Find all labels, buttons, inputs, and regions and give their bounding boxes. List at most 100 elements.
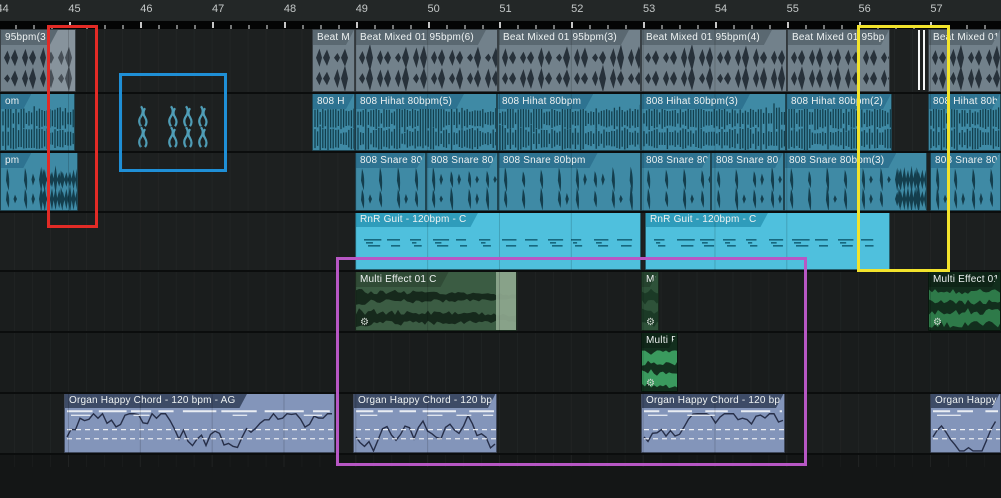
- clip-name-label: Beat Mixed 01 95bpm(3): [499, 30, 629, 45]
- ruler-bar-number-57: 57: [930, 3, 943, 15]
- clip-808-snare-1[interactable]: pm: [0, 152, 78, 211]
- clip-beat-mixed-6[interactable]: Beat Mixed 01 95bp: [787, 29, 890, 92]
- clip-808-snare-6[interactable]: 808 Snare 80: [711, 152, 784, 211]
- clip-808-hihat-4[interactable]: 808 Hihat 80bpm(5): [355, 93, 497, 151]
- clip-multi-effect-2[interactable]: Mu ⚙: [641, 271, 659, 331]
- clip-organ-2[interactable]: Organ Happy Chord - 120 bp: [353, 392, 497, 453]
- ruler-tick-minor: [301, 25, 304, 29]
- gear-icon[interactable]: ⚙: [933, 318, 942, 328]
- clip-rnr-guitar-2[interactable]: RnR Guit - 120bpm - C: [645, 211, 890, 270]
- ruler-tick-minor: [966, 25, 969, 29]
- ruler-bar-number-53: 53: [643, 3, 656, 15]
- ruler-tick-minor: [445, 25, 448, 29]
- clip-808-snare-2[interactable]: 808 Snare 80(: [355, 152, 426, 211]
- clip-name-label: Beat Mixed 01 95bp: [788, 30, 889, 45]
- track-separator-6: [0, 392, 1001, 394]
- track-row-multi-effect-lane2: [0, 332, 1001, 392]
- gear-icon[interactable]: ⚙: [360, 318, 369, 328]
- ruler-tick-minor: [248, 25, 251, 29]
- clip-808-hihat-8[interactable]: 808 Hihat 80b: [928, 93, 1001, 151]
- clip-multi-effect-1[interactable]: Multi Effect 01 C ⚙: [355, 271, 517, 331]
- clip-name-label: Organ Happy Chord - 120 bpm - AG: [65, 393, 247, 408]
- ruler-tick-minor: [176, 25, 179, 29]
- ruler-bar-number-48: 48: [283, 3, 297, 15]
- clip-808-hihat-3[interactable]: 808 H: [312, 93, 355, 151]
- ruler-tick-minor: [391, 25, 394, 29]
- clip-name-label: 808 Hihat 80b: [929, 94, 1000, 109]
- ruler-tick-major: [355, 22, 358, 28]
- clip-name-label: 808 Snare 80bpm(3): [785, 153, 896, 168]
- clip-808-hihat-5[interactable]: 808 Hihat 80bpm: [497, 93, 641, 151]
- ruler-bar-number-51: 51: [499, 3, 512, 15]
- clip-beat-mixed-2[interactable]: Beat M: [312, 29, 355, 92]
- clip-organ-1[interactable]: Organ Happy Chord - 120 bpm - AG: [64, 392, 335, 453]
- clip-name-label: Beat Mixed 01 95bpm(4): [642, 30, 772, 45]
- ruler-tick-minor: [625, 25, 628, 29]
- ruler-bar-number-47: 47: [212, 3, 225, 15]
- ruler-tick-minor: [481, 25, 484, 29]
- daw-arrangement-view: 95bpm(3 Beat M Beat Mixed 01 95bpm(6) Beat …: [0, 0, 1001, 498]
- clip-rnr-guitar-1[interactable]: RnR Guit - 120bpm - C: [355, 211, 641, 270]
- ruler-tick-minor: [948, 25, 951, 29]
- ruler-tick-minor: [553, 25, 556, 29]
- ruler-tick-minor: [319, 25, 322, 29]
- ruler-tick-minor: [679, 25, 682, 29]
- clip-808-snare-5[interactable]: 808 Snare 80(: [641, 152, 711, 211]
- clip-beat-mixed-5[interactable]: Beat Mixed 01 95bpm(4): [641, 29, 787, 92]
- playhead-cursor[interactable]: [918, 30, 920, 90]
- clip-organ-4[interactable]: Organ Happy Ch: [930, 392, 1001, 453]
- ruler-tick-minor: [894, 25, 897, 29]
- ruler-bar-number-52: 52: [571, 3, 584, 15]
- clip-808-snare-8[interactable]: 808 Snare 80b: [930, 152, 1001, 211]
- ruler-tick-minor: [697, 25, 700, 29]
- clip-multi-effect-3[interactable]: Multi Effect 01 ⚙: [928, 271, 1001, 331]
- clip-beat-mixed-7[interactable]: Beat Mixed 01: [928, 29, 1001, 92]
- clip-name-label: 808 Hihat 80bpm: [498, 94, 593, 109]
- ruler-tick-minor: [50, 25, 53, 29]
- clip-808-hihat-6[interactable]: 808 Hihat 80bpm(3): [641, 93, 786, 151]
- ruler-tick-major: [930, 22, 933, 28]
- clip-808-snare-3[interactable]: 808 Snare 80: [426, 152, 498, 211]
- clip-beat-mixed-3[interactable]: Beat Mixed 01 95bpm(6): [355, 29, 498, 92]
- ruler-bar-number-54: 54: [714, 3, 728, 15]
- clip-808-hihat-2[interactable]: [135, 93, 213, 151]
- ruler-tick-minor: [463, 25, 466, 29]
- ruler-tick-minor: [984, 25, 987, 29]
- ruler-tick-major: [283, 22, 286, 28]
- ruler-tick-major: [499, 22, 502, 28]
- clip-808-hihat-1[interactable]: om: [0, 93, 75, 151]
- clip-multi-effect-lane2-1[interactable]: Multi E ⚙: [641, 332, 678, 392]
- ruler-tick-minor: [14, 25, 17, 29]
- playhead-cursor[interactable]: [922, 30, 925, 90]
- ruler-tick-minor: [804, 25, 807, 29]
- ruler-tick-minor: [158, 25, 161, 29]
- clip-808-snare-4[interactable]: 808 Snare 80bpm: [498, 152, 641, 211]
- clip-808-hihat-7[interactable]: 808 Hihat 80bpm(2): [786, 93, 892, 151]
- track-separator-7: [0, 453, 1001, 455]
- ruler-tick-major: [571, 22, 574, 28]
- ruler-bar-number-50: 50: [427, 3, 440, 15]
- timeline-ruler[interactable]: 44 45 46 47 48 49 50 51 52 53 54 55 56 57: [0, 0, 1001, 21]
- clip-name-label: 808 Snare 80bpm: [499, 153, 598, 168]
- clip-808-snare-7[interactable]: 808 Snare 80bpm(3): [784, 152, 927, 211]
- gear-icon[interactable]: ⚙: [646, 379, 655, 389]
- gear-icon[interactable]: ⚙: [646, 318, 655, 328]
- ruler-tick-minor: [122, 25, 125, 29]
- clip-name-label: Multi Effect 01: [929, 272, 1000, 287]
- clip-beat-mixed-1[interactable]: 95bpm(3: [0, 29, 76, 92]
- clip-organ-3[interactable]: Organ Happy Chord - 120 bp: [641, 392, 785, 453]
- track-separator-1: [0, 92, 1001, 94]
- ruler-tick-minor: [86, 25, 89, 29]
- clip-name-label: Organ Happy Chord - 120 bp: [354, 393, 496, 408]
- ruler-tick-minor: [732, 25, 735, 29]
- clip-name-label: RnR Guit - 120bpm - C: [646, 212, 768, 227]
- clip-beat-mixed-4[interactable]: Beat Mixed 01 95bpm(3): [498, 29, 641, 92]
- clip-name-label: Organ Happy Ch: [931, 393, 1000, 408]
- clip-name-label: 808 Snare 80: [712, 153, 783, 168]
- clip-name-label: Multi Effect 01 C: [356, 272, 449, 287]
- timeline-tickstrip[interactable]: [0, 21, 1001, 29]
- ruler-bar-number-44: 44: [0, 3, 9, 15]
- track-separator-2: [0, 151, 1001, 153]
- ruler-tick-major: [68, 22, 71, 28]
- clip-name-label: 808 Snare 80b: [931, 153, 1000, 168]
